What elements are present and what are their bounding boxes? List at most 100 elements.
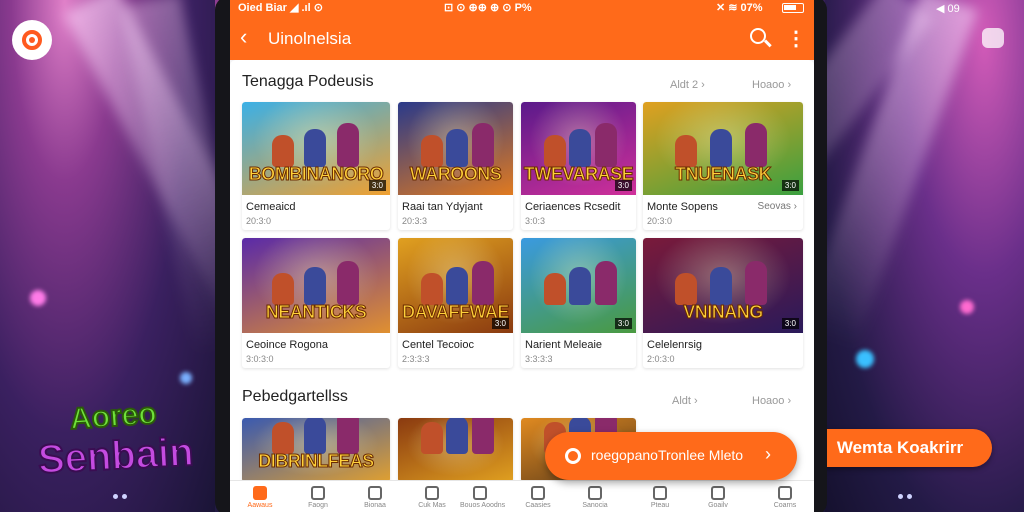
character-figure (421, 422, 443, 454)
character-figure (471, 123, 494, 167)
bokeh-dot (960, 300, 974, 314)
nav-item-label: Cuk Mas (418, 502, 446, 509)
game-card[interactable] (398, 418, 513, 482)
character-figure (675, 135, 697, 167)
duration-badge: 3:0 (491, 318, 509, 329)
game-name: Ceoince Rogona (246, 339, 328, 351)
gamepad-icon (653, 486, 667, 500)
character-figure (710, 267, 733, 305)
game-card[interactable]: TNUENASK 3:0 Monte Sopens 20:3:0 Seovas › (643, 102, 803, 230)
game-controller-icon[interactable] (982, 28, 1004, 48)
nav-item-5[interactable]: Caasies (518, 486, 558, 512)
game-logo: Aoreo Senbain (34, 396, 196, 490)
game-meta: 20:3:3 (402, 216, 428, 226)
game-name: Raai tan Ydyjant (402, 201, 483, 213)
status-middle: ⊡ ⊙ ⊕⊕ ⊕ ⊙ P% (444, 2, 532, 14)
duration-badge: 3:0 (368, 180, 386, 191)
nav-item-label: Pteau (650, 502, 670, 509)
nav-item-label: Coarns (773, 502, 797, 509)
nav-item-label: Caasies (525, 502, 551, 509)
home-icon (253, 486, 267, 500)
character-figure (594, 261, 617, 305)
globe-icon (425, 486, 439, 500)
duration-badge: 3:0 (781, 180, 799, 191)
section-link[interactable]: Hoaoo › (752, 395, 791, 407)
game-meta: 3:3:3:3 (525, 354, 553, 364)
character-figure (304, 418, 327, 454)
nav-item-0[interactable]: Aawaus (240, 486, 280, 512)
game-name: Cemeaicd (246, 201, 296, 213)
status-bar: Oied Biar ◢ .ıl ⊙ ⊡ ⊙ ⊕⊕ ⊕ ⊙ P% ✕ ≋ 07% (230, 0, 814, 16)
nav-item-8[interactable]: Goailv (698, 486, 738, 512)
game-meta: 2:3:3:3 (402, 354, 430, 364)
nav-item-3[interactable]: Cuk Mas (412, 486, 452, 512)
game-card[interactable]: DIBRINLFEAS (242, 418, 390, 482)
nav-item-4[interactable]: Bouos Aoodns (460, 486, 506, 512)
game-title-logo: BOMBINANORO (248, 164, 384, 185)
game-card[interactable]: TWEVARASE 3:0 Ceriaences Rcsedit 3:0:3 (521, 102, 636, 230)
section-link[interactable]: Aldt 2 › (670, 79, 705, 91)
character-figure (544, 273, 566, 305)
game-meta: 3:0:3 (525, 216, 546, 226)
nav-item-6[interactable]: Sanocia (575, 486, 615, 512)
game-card[interactable]: WAROONS Raai tan Ydyjant 20:3:3 (398, 102, 513, 230)
more-vert-icon[interactable]: ⋮ (786, 26, 806, 51)
section-link[interactable]: Aldt › (672, 395, 698, 407)
status-left: Oied Biar ◢ .ıl ⊙ (238, 2, 323, 14)
game-thumbnail: DAVAFFWAE 3:0 (398, 238, 513, 333)
nav-item-2[interactable]: Bionaa (355, 486, 395, 512)
character-figure (304, 267, 327, 305)
nav-item-9[interactable]: Coarns (765, 486, 805, 512)
battery-icon (782, 3, 804, 13)
fire-icon (473, 486, 487, 500)
section-title: Pebedgartellss (242, 388, 348, 405)
game-thumbnail: WAROONS (398, 102, 513, 195)
game-card[interactable]: NEANTICKS Ceoince Rogona 3:0:3:0 (242, 238, 390, 368)
game-thumbnail: TWEVARASE 3:0 (521, 102, 636, 195)
floating-action-button[interactable]: roegopanoTronlee Mleto › (545, 432, 797, 480)
document-icon (311, 486, 325, 500)
section-link[interactable]: Hoaoo › (752, 79, 791, 91)
character-figure (471, 261, 494, 305)
upload-icon (368, 486, 382, 500)
character-figure (336, 261, 359, 305)
game-name: Narient Meleaie (525, 339, 603, 351)
box-icon (531, 486, 545, 500)
character-figure (471, 418, 494, 454)
chevron-right-icon: › (765, 444, 771, 464)
page-title: Uinolnelsia (268, 29, 352, 48)
nav-item-7[interactable]: Pteau (640, 486, 680, 512)
main-content: Tenagga Podeusis Aldt 2 › Hoaoo › BOMBIN… (230, 60, 814, 482)
game-thumbnail: DIBRINLFEAS (242, 418, 390, 482)
game-name: Monte Sopens (647, 201, 718, 213)
character-figure (271, 422, 294, 454)
game-thumbnail: NEANTICKS (242, 238, 390, 333)
bokeh-dot (180, 372, 192, 384)
game-title-logo: TNUENASK (674, 164, 772, 185)
game-card[interactable]: 3:0 Narient Meleaie 3:3:3:3 (521, 238, 636, 368)
game-logo-line1: Aoreo (68, 396, 159, 437)
chevron-left-icon[interactable]: ‹ (240, 24, 247, 50)
game-meta: 20:3:0 (246, 216, 272, 226)
game-card[interactable]: DAVAFFWAE 3:0 Centel Tecoioc 2:3:3:3 (398, 238, 513, 368)
nav-item-label: Bionaa (364, 502, 386, 509)
game-thumbnail: VNINANG 3:0 (643, 238, 803, 333)
nav-item-label: Bouos Aoodns (460, 502, 506, 509)
game-meta: 3:0:3:0 (246, 354, 274, 364)
bottom-nav: Aawaus Faogn Bionaa Cuk Mas Bouos Aoodns Caas… (230, 480, 814, 512)
game-rating: Seovas › (757, 201, 797, 212)
duration-badge: 3:0 (614, 180, 632, 191)
character-figure (745, 123, 768, 167)
game-logo-line2: Senbain (36, 429, 196, 483)
target-icon[interactable] (12, 20, 52, 60)
search-icon[interactable] (750, 28, 766, 44)
game-thumbnail: BOMBINANORO 3:0 (242, 102, 390, 195)
nav-item-1[interactable]: Faogn (298, 486, 338, 512)
cta-button[interactable]: Wemta Koakrirr (808, 429, 992, 467)
game-card[interactable]: BOMBINANORO 3:0 Cemeaicd 20:3:0 (242, 102, 390, 230)
duration-badge: 3:0 (614, 318, 632, 329)
character-figure (271, 135, 294, 167)
game-card[interactable]: VNINANG 3:0 Celelenrsig 2:0:3:0 (643, 238, 803, 368)
character-figure (421, 135, 443, 167)
nav-item-label: Aawaus (247, 502, 273, 509)
